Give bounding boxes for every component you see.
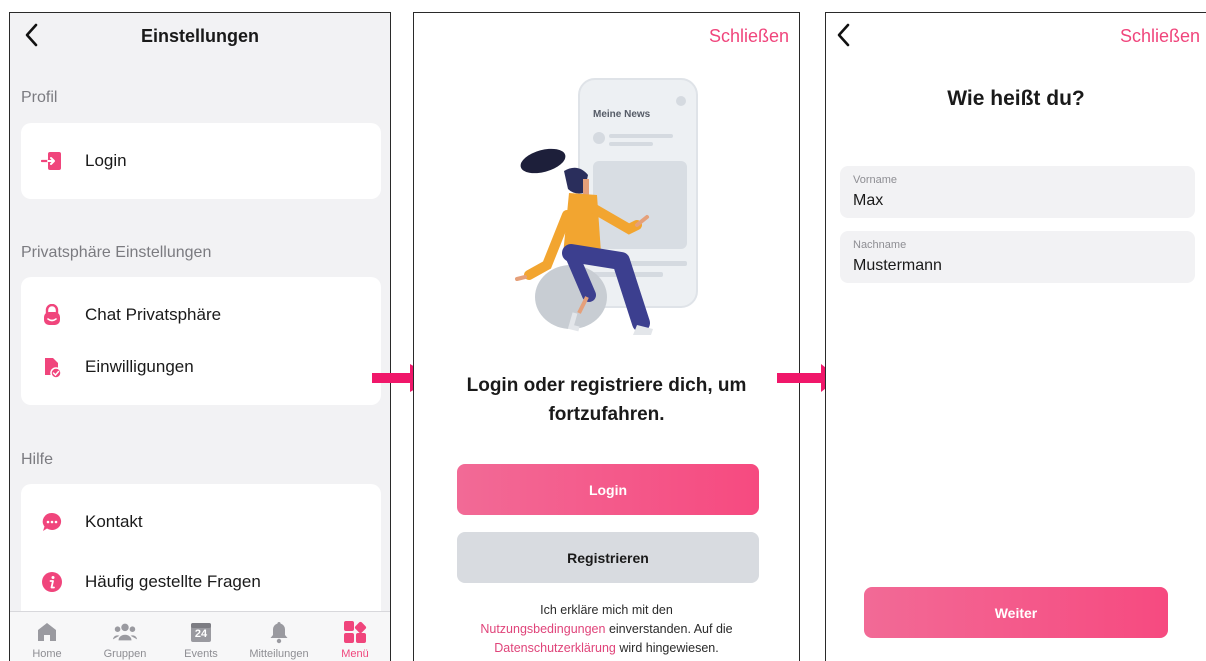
calendar-day: 24 — [194, 628, 208, 640]
tab-label: Home — [32, 648, 62, 660]
faq-label: Häufig gestellte Fragen — [85, 572, 261, 591]
legal-notice: Ich erkläre mich mit den Nutzungsbedingu… — [444, 601, 769, 658]
section-label-help: Hilfe — [21, 451, 54, 468]
name-entry-screen: Schließen Wie heißt du? Vorname Max Nach… — [825, 12, 1206, 661]
back-button[interactable] — [836, 23, 858, 49]
continue-button[interactable]: Weiter — [864, 587, 1168, 638]
section-label-profile: Profil — [21, 89, 58, 106]
first-name-value: Max — [853, 192, 884, 209]
last-name-field[interactable]: Nachname Mustermann — [840, 231, 1195, 283]
tab-home[interactable]: Home — [12, 612, 82, 661]
contact-label: Kontakt — [85, 512, 143, 531]
chat-bubble-icon — [40, 510, 64, 534]
bell-icon — [266, 619, 292, 645]
chat-privacy-label: Chat Privatsphäre — [85, 305, 222, 324]
contact-item[interactable]: Kontakt — [21, 500, 381, 544]
calendar-icon: 24 — [188, 619, 214, 645]
privacy-card: Chat Privatsphäre Einwilligungen — [21, 277, 381, 405]
legal-text: wird hingewiesen. — [619, 641, 719, 655]
tab-label: Gruppen — [103, 648, 147, 660]
close-button[interactable]: Schließen — [1120, 26, 1200, 47]
login-icon — [40, 149, 64, 173]
illustration: Meine News — [515, 78, 698, 335]
login-item[interactable]: Login — [21, 139, 381, 183]
consents-label: Einwilligungen — [85, 357, 194, 376]
terms-link[interactable]: Nutzungsbedingungen — [480, 622, 605, 636]
tab-bar: Home Gruppen 24 Events Mitteilungen Menü — [10, 611, 390, 661]
page-title: Einstellungen — [140, 26, 259, 46]
tab-menu[interactable]: Menü — [320, 612, 390, 661]
section-label-privacy: Privatsphäre Einstellungen — [21, 244, 212, 261]
login-heading: Login oder registriere dich, um fortzufa… — [466, 375, 747, 425]
profile-card: Login — [21, 123, 381, 199]
faq-item[interactable]: Häufig gestellte Fragen — [21, 560, 381, 604]
tab-groups[interactable]: Gruppen — [90, 612, 160, 661]
lock-chat-icon — [40, 303, 64, 327]
last-name-label: Nachname — [853, 239, 907, 251]
help-card: Kontakt Häufig gestellte Fragen — [21, 484, 381, 624]
tab-events[interactable]: 24 Events — [166, 612, 236, 661]
first-name-field[interactable]: Vorname Max — [840, 166, 1195, 218]
tab-label: Mitteilungen — [249, 648, 309, 660]
legal-text: Ich erkläre mich mit den — [540, 603, 673, 617]
close-button[interactable]: Schließen — [709, 26, 789, 47]
last-name-value: Mustermann — [853, 257, 942, 274]
login-button[interactable]: Login — [457, 464, 759, 515]
settings-screen: Einstellungen Profil Login Privatsphäre … — [9, 12, 391, 661]
tab-notifications[interactable]: Mitteilungen — [244, 612, 314, 661]
consents-item[interactable]: Einwilligungen — [21, 345, 381, 389]
register-button[interactable]: Registrieren — [457, 532, 759, 583]
document-check-icon — [40, 355, 64, 379]
login-prompt-screen: Schließen Meine News Login oder registri… — [413, 12, 800, 661]
chat-privacy-item[interactable]: Chat Privatsphäre — [21, 293, 381, 337]
tab-label: Menü — [341, 648, 369, 660]
legal-text: einverstanden. Auf die — [608, 622, 733, 636]
privacy-policy-link[interactable]: Datenschutzerklärung — [494, 641, 616, 655]
illustration-caption: Meine News — [593, 109, 651, 120]
menu-grid-icon — [342, 619, 368, 645]
chevron-left-icon — [837, 23, 850, 47]
info-icon — [40, 570, 64, 594]
first-name-label: Vorname — [853, 174, 898, 186]
name-heading: Wie heißt du? — [947, 87, 1085, 110]
tab-label: Events — [184, 648, 218, 660]
login-label: Login — [85, 151, 127, 170]
home-icon — [34, 619, 60, 645]
groups-icon — [112, 619, 138, 645]
nav-bar: Einstellungen — [10, 13, 390, 59]
